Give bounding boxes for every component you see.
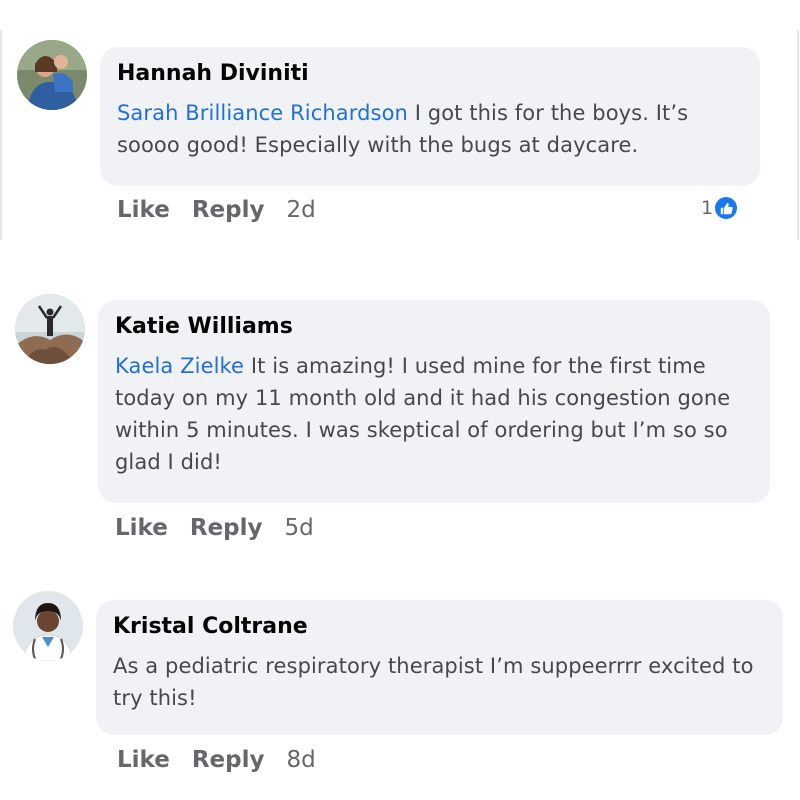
reply-button[interactable]: Reply (192, 197, 265, 223)
comment-author[interactable]: Kristal Coltrane (113, 612, 765, 642)
comment-actions: Like Reply 2d (117, 194, 316, 226)
comment-timestamp[interactable]: 2d (286, 197, 315, 223)
comment-timestamp[interactable]: 8d (286, 747, 315, 773)
like-button[interactable]: Like (115, 515, 168, 541)
reply-button[interactable]: Reply (192, 747, 265, 773)
like-button[interactable]: Like (117, 197, 170, 223)
comment-timestamp[interactable]: 5d (284, 515, 313, 541)
reaction-count: 1 (701, 197, 714, 219)
mention-link[interactable]: Sarah Brilliance Richardson (117, 101, 408, 125)
left-edge-line (0, 30, 2, 240)
like-button[interactable]: Like (117, 747, 170, 773)
comment-bubble: Katie Williams Kaela Zielke It is amazin… (98, 300, 770, 503)
comment-actions: Like Reply 5d (115, 512, 314, 544)
reaction-summary[interactable]: 1 (701, 197, 738, 219)
comment-author[interactable]: Katie Williams (115, 312, 752, 342)
comment-text: Sarah Brilliance Richardson I got this f… (117, 97, 742, 161)
thumbs-up-icon (715, 197, 738, 219)
avatar[interactable] (15, 294, 85, 364)
comment-text: Kaela Zielke It is amazing! I used mine … (115, 350, 752, 478)
comment-actions: Like Reply 8d (117, 744, 316, 776)
mention-link[interactable]: Kaela Zielke (115, 354, 244, 378)
comment-body: As a pediatric respiratory therapist I’m… (113, 654, 754, 710)
avatar[interactable] (17, 40, 87, 110)
comment-bubble: Kristal Coltrane As a pediatric respirat… (96, 600, 783, 735)
right-edge-line (797, 30, 799, 240)
avatar[interactable] (13, 591, 83, 661)
reply-button[interactable]: Reply (190, 515, 263, 541)
comment-author[interactable]: Hannah Diviniti (117, 59, 742, 89)
comment-bubble: Hannah Diviniti Sarah Brilliance Richard… (100, 47, 760, 186)
